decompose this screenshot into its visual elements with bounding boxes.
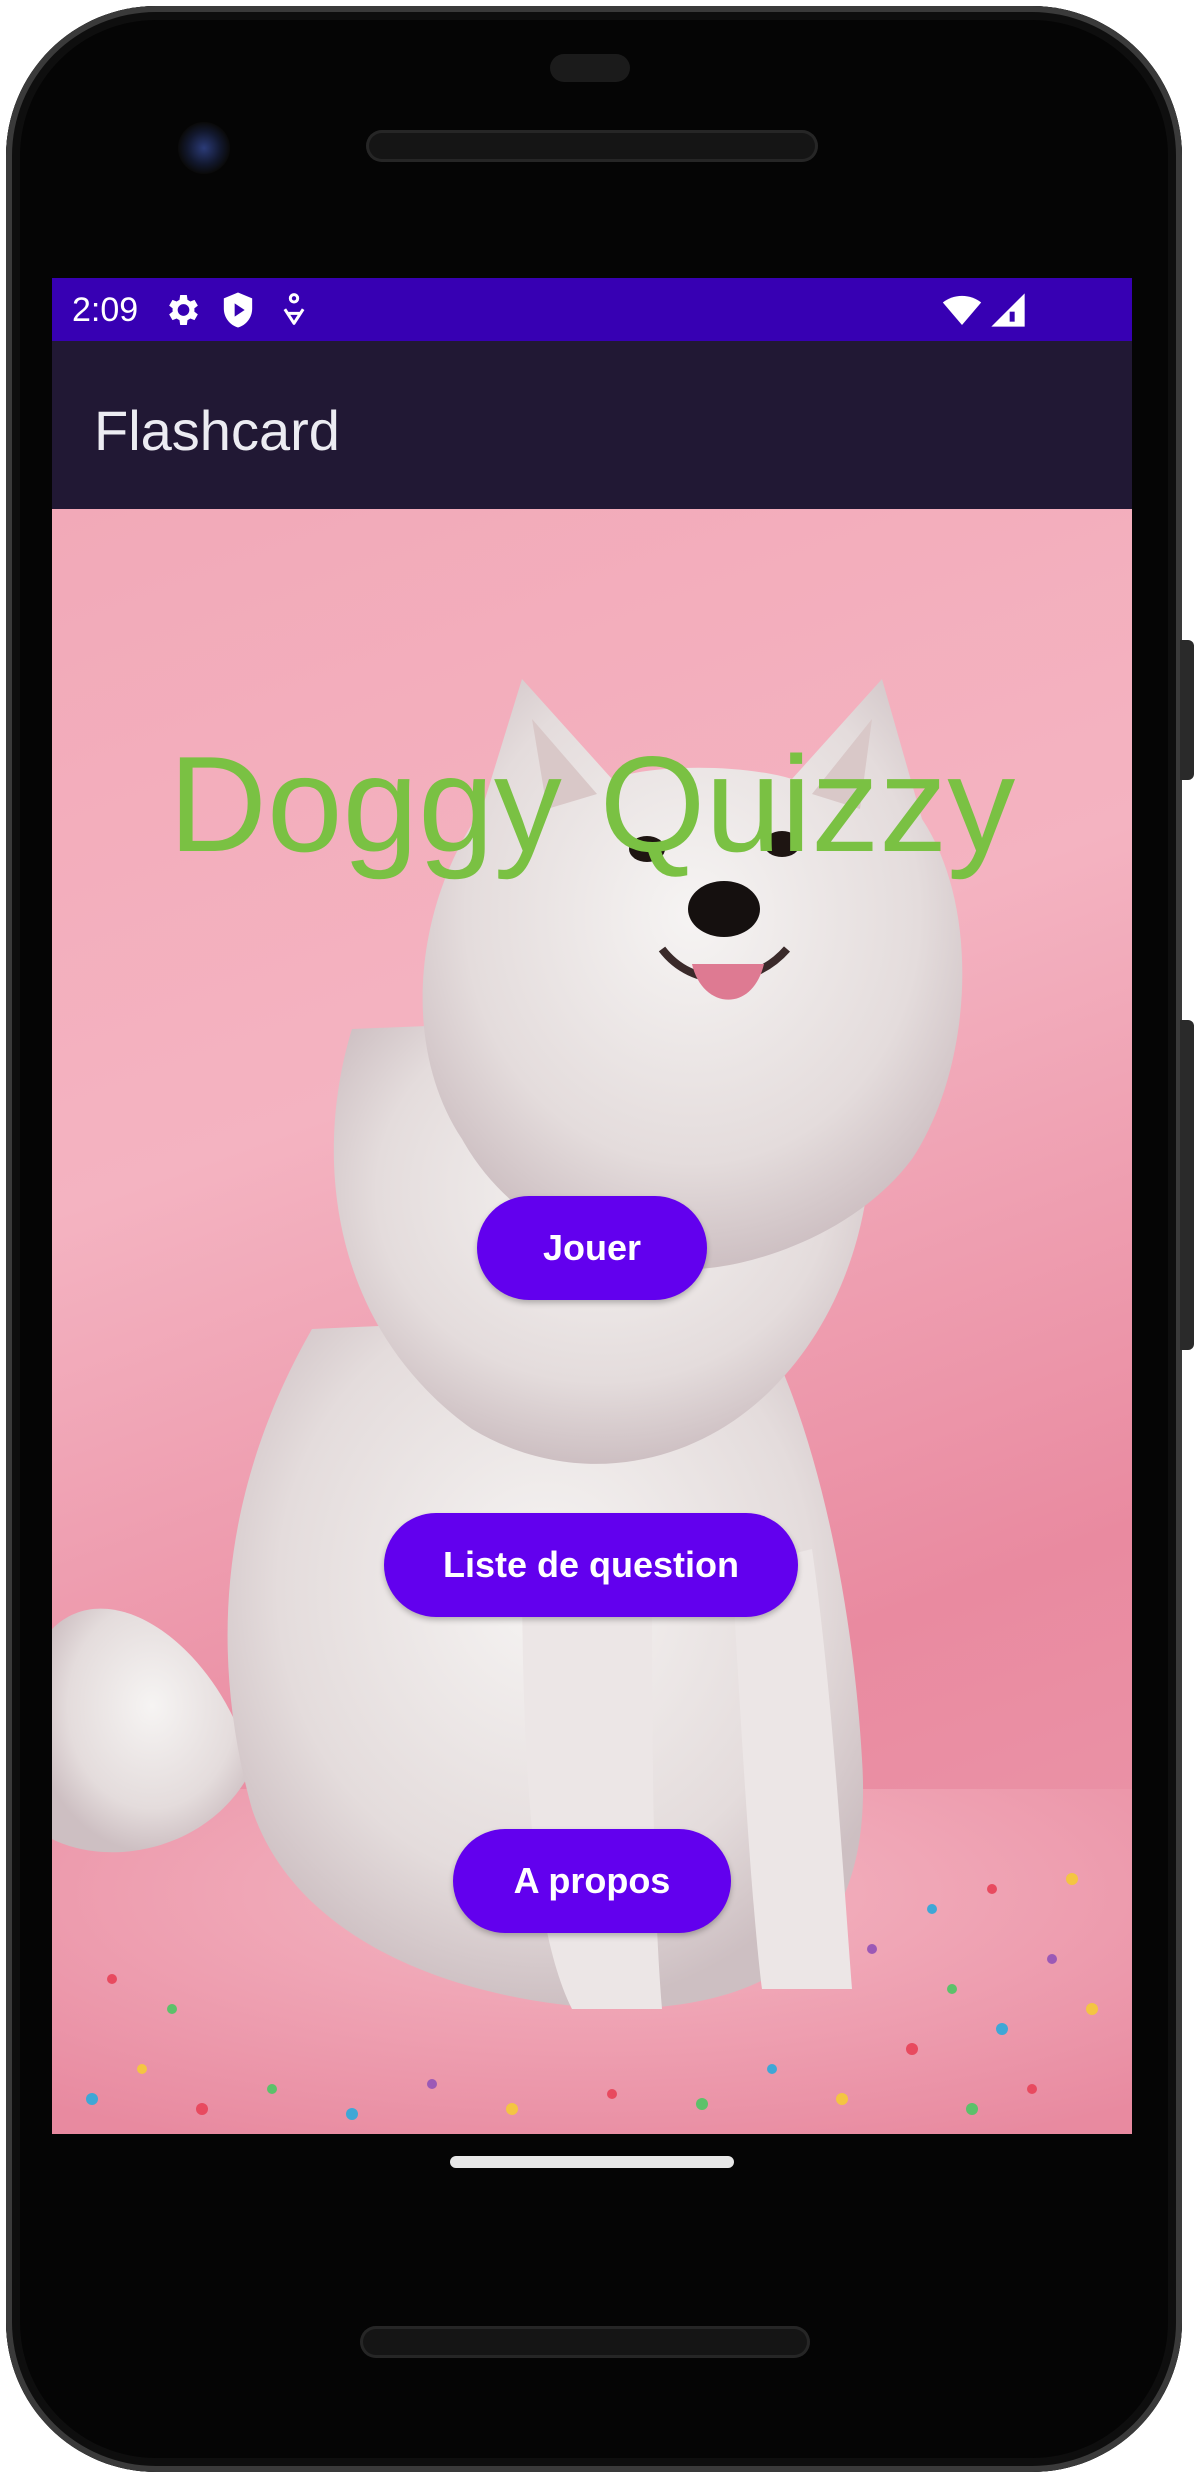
top-speaker-grille [366,130,818,162]
app-headline: Doggy Quizzy [168,728,1016,880]
phone-screen: 2:09 Flashcard Doggy Quizzy Jouer Liste … [52,278,1132,2134]
about-button[interactable]: A propos [453,1829,731,1933]
cell-signal-icon [991,293,1025,327]
volume-rocker [1180,1020,1194,1350]
status-time: 2:09 [72,291,139,329]
earpiece-slot [550,54,630,82]
bottom-speaker-grille [360,2326,810,2358]
accessibility-icon [283,293,305,325]
wifi-icon [942,295,982,325]
app-bar: Flashcard [52,341,1132,509]
app-title: Flashcard [94,399,340,462]
phone-side-button [1180,640,1194,780]
home-gesture-bar[interactable] [450,2156,734,2168]
question-list-button[interactable]: Liste de question [384,1513,798,1617]
status-bar: 2:09 [52,278,1132,341]
play-button[interactable]: Jouer [477,1196,707,1300]
front-camera-icon [178,122,230,174]
main-content: Doggy Quizzy Jouer Liste de question A p… [52,509,1132,2134]
shield-icon [223,292,253,328]
phone-device: 2:09 Flashcard Doggy Quizzy Jouer Liste … [0,0,1194,2480]
gear-icon [169,295,198,325]
